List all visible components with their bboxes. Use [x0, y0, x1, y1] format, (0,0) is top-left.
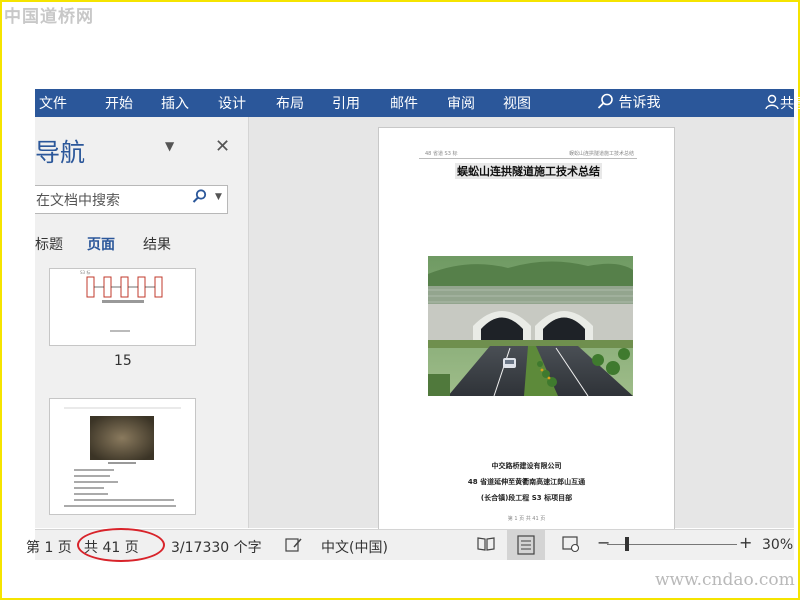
chevron-down-icon[interactable]: ▼: [215, 192, 222, 202]
page-thumbnail[interactable]: S3 标: [49, 268, 196, 346]
page-thumbnail[interactable]: [49, 398, 196, 515]
highlight-circle: [77, 528, 165, 562]
share-button[interactable]: 共享(S: [765, 93, 800, 113]
company-line-3: (长合镇)段工程 S3 标项目部: [480, 494, 573, 502]
page-footer: 第 1 页 共 41 页: [507, 516, 546, 522]
nav-search-input[interactable]: 在文档中搜索 ▼: [35, 185, 228, 214]
nav-tab-results[interactable]: 结果: [143, 234, 171, 254]
proofing-icon[interactable]: [285, 537, 303, 557]
page-header-left: 48 省道 S3 标: [425, 151, 458, 157]
tab-review[interactable]: 审阅: [447, 93, 475, 113]
tunnel-portal-image: [428, 256, 633, 396]
navigation-pane: 导航 ▼ ✕ 在文档中搜索 ▼ 标题 页面 结果 S3 标 15: [35, 117, 249, 528]
tab-mailings[interactable]: 邮件: [390, 93, 418, 113]
tab-layout[interactable]: 布局: [276, 93, 304, 113]
tell-me-label: 告诉我: [618, 95, 661, 111]
thumbnail-page-number: 15: [114, 353, 132, 369]
nav-tab-pages[interactable]: 页面: [87, 234, 115, 254]
person-icon: [765, 94, 779, 110]
zoom-out-button[interactable]: −: [597, 533, 610, 552]
chevron-down-icon[interactable]: ▼: [165, 139, 174, 153]
page-header-right: 蜈蚣山连拱隧道施工技术总结: [569, 151, 635, 157]
tab-design[interactable]: 设计: [218, 93, 246, 113]
company-line-1: 中交路桥建设有限公司: [491, 462, 562, 470]
web-layout-icon[interactable]: [562, 535, 580, 553]
zoom-in-button[interactable]: +: [739, 533, 752, 552]
nav-pane-title: 导航: [35, 138, 86, 167]
header-rule: [419, 158, 637, 159]
close-icon[interactable]: ✕: [215, 136, 230, 157]
status-word-count[interactable]: 3/17330 个字: [171, 537, 262, 557]
tab-insert[interactable]: 插入: [161, 93, 189, 113]
status-language[interactable]: 中文(中国): [321, 537, 388, 557]
watermark-top-left: 中国道桥网: [4, 7, 94, 27]
tab-file[interactable]: 文件: [39, 93, 67, 113]
tab-references[interactable]: 引用: [332, 93, 360, 113]
tell-me-search[interactable]: 告诉我: [597, 92, 660, 112]
search-icon: [597, 93, 613, 109]
share-label: 共享(S: [780, 96, 800, 112]
search-icon[interactable]: [192, 189, 207, 208]
print-layout-icon[interactable]: [507, 530, 545, 560]
document-page[interactable]: 48 省道 S3 标 蜈蚣山连拱隧道施工技术总结 蜈蚣山连拱隧道施工技术总结 中…: [378, 127, 675, 531]
tab-home[interactable]: 开始: [105, 93, 133, 113]
company-line-2: 48 省道延伸至黄衢南高速江郎山互通: [467, 478, 586, 486]
zoom-slider-handle[interactable]: [625, 537, 629, 551]
rock-photo-thumbnail-image: [64, 407, 181, 507]
tab-view[interactable]: 视图: [503, 93, 531, 113]
read-mode-icon[interactable]: [477, 535, 495, 553]
flowchart-thumbnail-image: S3 标: [80, 269, 163, 332]
search-placeholder: 在文档中搜索: [36, 193, 120, 209]
zoom-level[interactable]: 30%: [762, 537, 793, 553]
watermark-bottom-right: www.cndao.com: [655, 570, 795, 590]
nav-tab-headings[interactable]: 标题: [35, 234, 63, 254]
svg-text:S3 标: S3 标: [80, 269, 90, 275]
document-title: 蜈蚣山连拱隧道施工技术总结: [455, 163, 602, 179]
ribbon-tab-bar: 文件 开始 插入 设计 布局 引用 邮件 审阅 视图 告诉我 共享(S: [35, 89, 800, 117]
document-canvas[interactable]: 48 省道 S3 标 蜈蚣山连拱隧道施工技术总结 蜈蚣山连拱隧道施工技术总结 中…: [249, 117, 794, 531]
status-page-number[interactable]: 第 1 页: [26, 537, 72, 557]
